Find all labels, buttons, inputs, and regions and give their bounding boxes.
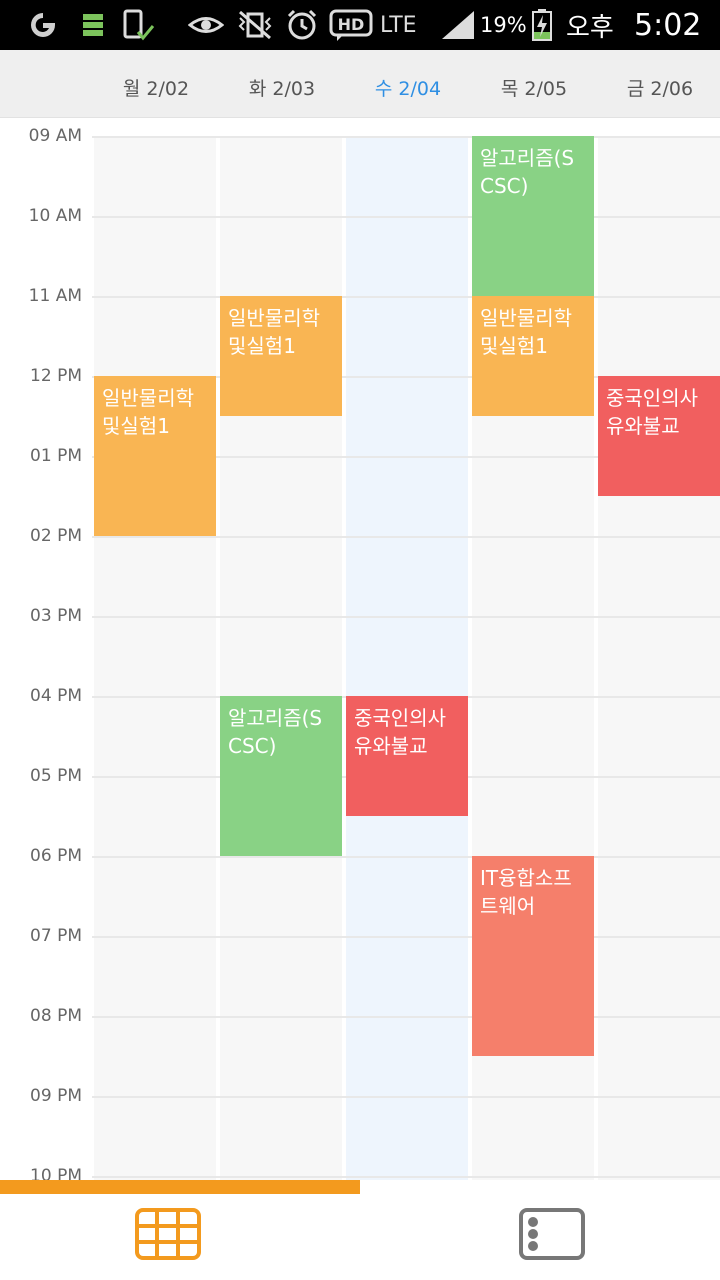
alarm-icon: [284, 8, 320, 42]
bottom-navigation: [0, 1194, 720, 1280]
day-label-wed[interactable]: 수 2/04: [345, 74, 471, 101]
phone-check-icon: [120, 8, 156, 42]
day-label-tue[interactable]: 화 2/03: [219, 74, 345, 101]
page-indicator-track: [0, 1180, 720, 1194]
day-label-mon[interactable]: 월 2/02: [93, 74, 219, 101]
day-column-tue[interactable]: [220, 136, 342, 1180]
time-label: 12 PM: [30, 366, 82, 386]
hour-line: [92, 1176, 720, 1178]
time-label: 09 PM: [30, 1086, 82, 1106]
time-label: 06 PM: [30, 846, 82, 866]
svg-text:HD: HD: [338, 15, 365, 34]
event-block[interactable]: 중국인의사유와불교: [346, 696, 468, 816]
hour-line: [92, 1016, 720, 1018]
day-column-fri[interactable]: [598, 136, 720, 1180]
vibrate-off-icon: [236, 8, 274, 42]
event-block[interactable]: 알고리즘(SCSC): [472, 136, 594, 296]
storage-icon: [80, 8, 106, 42]
status-bar: HD LTE 19% 오후 5:02: [0, 0, 720, 50]
hour-line: [92, 1096, 720, 1098]
status-time: 5:02: [634, 7, 702, 43]
time-label: 05 PM: [30, 766, 82, 786]
week-day-header: 월 2/02 화 2/03 수 2/04 목 2/05 금 2/06: [0, 50, 720, 118]
event-block[interactable]: 알고리즘(SCSC): [220, 696, 342, 856]
day-column-wed[interactable]: [346, 136, 468, 1180]
timetable-grid[interactable]: 09 AM 10 AM 11 AM 12 PM 01 PM 02 PM 03 PM 04 PM…: [0, 118, 720, 1180]
time-label: 01 PM: [30, 446, 82, 466]
time-label: 04 PM: [30, 686, 82, 706]
list-view-button[interactable]: [516, 1208, 588, 1264]
hour-line: [92, 936, 720, 938]
event-block[interactable]: 일반물리학및실험1: [94, 376, 216, 536]
network-type-label: LTE: [380, 12, 417, 38]
battery-percent: 19%: [480, 13, 527, 37]
hour-line: [92, 616, 720, 618]
week-view-button[interactable]: [132, 1208, 204, 1264]
day-column-mon[interactable]: [94, 136, 216, 1180]
time-label: 07 PM: [30, 926, 82, 946]
day-label-fri[interactable]: 금 2/06: [597, 74, 720, 101]
page-indicator-fill: [0, 1180, 360, 1194]
hour-line: [92, 216, 720, 218]
time-label: 09 AM: [28, 126, 82, 146]
battery-charging-icon: [530, 8, 554, 42]
time-label: 11 AM: [28, 286, 82, 306]
signal-icon: [440, 8, 476, 42]
eye-icon: [188, 8, 224, 42]
time-label: 10 PM: [30, 1166, 82, 1180]
status-ampm: 오후: [566, 12, 614, 43]
event-block[interactable]: 중국인의사유와불교: [598, 376, 720, 496]
event-block[interactable]: 일반물리학및실험1: [220, 296, 342, 416]
hour-line: [92, 136, 720, 138]
hd-voice-icon: HD: [328, 8, 374, 42]
time-label: 10 AM: [28, 206, 82, 226]
hour-line: [92, 296, 720, 298]
grid-calendar-icon: [135, 1208, 201, 1264]
event-block[interactable]: 일반물리학및실험1: [472, 296, 594, 416]
day-label-thu[interactable]: 목 2/05: [471, 74, 597, 101]
event-block[interactable]: IT융합소프트웨어: [472, 856, 594, 1056]
time-label: 03 PM: [30, 606, 82, 626]
hour-line: [92, 856, 720, 858]
time-label: 02 PM: [30, 526, 82, 546]
g-app-icon: [26, 8, 60, 42]
hour-line: [92, 536, 720, 538]
list-view-icon: [519, 1208, 585, 1264]
time-label: 08 PM: [30, 1006, 82, 1026]
